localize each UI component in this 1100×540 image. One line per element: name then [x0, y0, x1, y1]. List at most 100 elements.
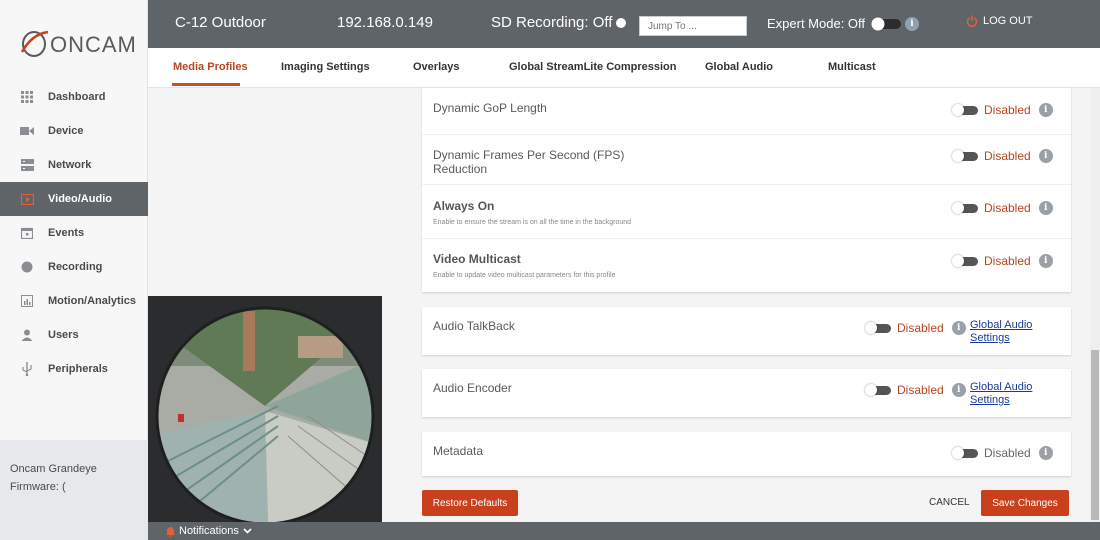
bell-icon — [166, 526, 175, 537]
logout-label: LOG OUT — [983, 15, 1033, 27]
grid-icon — [20, 90, 34, 104]
logo-swoosh-icon — [20, 30, 49, 57]
server-icon — [20, 158, 34, 172]
calendar-icon — [20, 226, 34, 240]
power-icon — [966, 15, 978, 27]
sidebar-item-dashboard[interactable]: Dashboard — [0, 80, 148, 114]
audio-talkback-card: Audio TalkBack Disabled i Global Audio Se… — [422, 307, 1071, 355]
restore-defaults-button[interactable]: Restore Defaults — [422, 490, 518, 516]
camera-ip: 192.168.0.149 — [337, 14, 433, 31]
sidebar-item-network[interactable]: Network — [0, 148, 148, 182]
link-line2: Settings — [970, 332, 1010, 344]
tab-global-streamlite-compression[interactable]: Global StreamLite Compression — [509, 61, 676, 73]
logo-text: ONCAM — [50, 32, 137, 57]
video-multicast-toggle[interactable] — [952, 255, 978, 267]
audio-talkback-global-audio-link[interactable]: Global Audio Settings — [970, 319, 1040, 345]
always-on-control: Disabled i — [952, 201, 1053, 215]
metadata-card: Metadata Disabled i — [422, 432, 1071, 476]
scrollbar-thumb[interactable] — [1091, 350, 1099, 520]
camera-name: C-12 Outdoor — [175, 14, 266, 31]
audio-talkback-state: Disabled — [897, 321, 944, 335]
video-multicast-row: Video Multicast Enable to update video m… — [422, 238, 1071, 292]
save-changes-button[interactable]: Save Changes — [981, 490, 1069, 516]
firmware-version: Firmware: ( — [10, 481, 66, 493]
sidebar-item-label: Recording — [48, 261, 103, 273]
cancel-button[interactable]: CANCEL — [929, 497, 970, 508]
audio-encoder-card: Audio Encoder Disabled i Global Audio Set… — [422, 369, 1071, 417]
metadata-state: Disabled — [984, 446, 1031, 460]
metadata-info-icon[interactable]: i — [1038, 446, 1053, 460]
sidebar-item-motion-analytics[interactable]: Motion/Analytics — [0, 284, 148, 318]
audio-talkback-info-icon[interactable]: i — [951, 321, 966, 335]
notifications-label: Notifications — [179, 525, 239, 537]
camera-icon — [20, 124, 34, 138]
sidebar-item-video-audio[interactable]: Video/Audio — [0, 182, 148, 216]
metadata-toggle[interactable] — [952, 447, 978, 459]
sd-recording-label: SD Recording: Off — [491, 14, 613, 31]
tab-global-audio[interactable]: Global Audio — [705, 61, 773, 73]
dynamic-fps-toggle[interactable] — [952, 150, 978, 162]
always-on-desc: Enable to ensure the stream is on all th… — [433, 219, 632, 226]
expert-mode-toggle[interactable] — [871, 17, 901, 31]
dynamic-fps-control: Disabled i — [952, 149, 1053, 163]
sidebar-item-recording[interactable]: Recording — [0, 250, 148, 284]
dynamic-fps-info-icon[interactable]: i — [1038, 149, 1053, 163]
device-model: Oncam Grandeye — [10, 463, 97, 475]
logout-button[interactable]: LOG OUT — [966, 15, 1033, 27]
expert-mode-info-icon[interactable]: i — [905, 17, 919, 31]
audio-encoder-control: Disabled i — [865, 383, 966, 397]
fisheye-camera-view — [148, 296, 382, 522]
sidebar-item-label: Video/Audio — [48, 193, 112, 205]
audio-talkback-title: Audio TalkBack — [433, 319, 515, 333]
dynamic-fps-state: Disabled — [984, 149, 1031, 163]
stream-options-card: Dynamic GoP Length Disabled i Dynamic Fr… — [422, 88, 1071, 292]
metadata-title: Metadata — [433, 444, 484, 458]
notifications-toggle[interactable]: Notifications — [166, 525, 252, 537]
tab-media-profiles[interactable]: Media Profiles — [173, 61, 248, 73]
sidebar-item-label: Motion/Analytics — [48, 295, 137, 307]
dynamic-fps-title-line2: Reduction — [433, 162, 488, 176]
status-dot-icon — [616, 18, 627, 29]
video-preview[interactable] — [148, 296, 382, 522]
sd-recording-status: SD Recording: Off — [491, 14, 627, 31]
video-multicast-info-icon[interactable]: i — [1038, 254, 1053, 268]
audio-encoder-toggle[interactable] — [865, 384, 891, 396]
tab-imaging-settings[interactable]: Imaging Settings — [281, 61, 370, 73]
play-icon — [20, 192, 34, 206]
always-on-state: Disabled — [984, 201, 1031, 215]
audio-encoder-title: Audio Encoder — [433, 381, 512, 395]
sidebar-item-device[interactable]: Device — [0, 114, 148, 148]
expert-mode-label: Expert Mode: Off — [767, 16, 866, 31]
video-multicast-desc: Enable to update video multicast paramet… — [433, 272, 616, 279]
sidebar-item-label: Users — [48, 329, 79, 341]
always-on-info-icon[interactable]: i — [1038, 201, 1053, 215]
tab-overlays[interactable]: Overlays — [413, 61, 459, 73]
dynamic-fps-title: Dynamic Frames Per Second (FPS) Reduction — [433, 148, 624, 176]
oncam-logo: ONCAM — [18, 26, 143, 60]
audio-encoder-info-icon[interactable]: i — [951, 383, 966, 397]
dynamic-gop-info-icon[interactable]: i — [1038, 103, 1053, 117]
sidebar-item-events[interactable]: Events — [0, 216, 148, 250]
sidebar-item-label: Peripherals — [48, 363, 108, 375]
sidebar-item-users[interactable]: Users — [0, 318, 148, 352]
link-line2: Settings — [970, 394, 1010, 406]
active-tab-underline — [172, 83, 240, 86]
sidebar-item-peripherals[interactable]: Peripherals — [0, 352, 148, 386]
top-header: C-12 Outdoor 192.168.0.149 SD Recording:… — [148, 0, 1100, 48]
dynamic-gop-toggle[interactable] — [952, 104, 978, 116]
sidebar-item-label: Dashboard — [48, 91, 106, 103]
always-on-toggle[interactable] — [952, 202, 978, 214]
link-line1: Global Audio — [970, 319, 1033, 331]
notifications-bar: Notifications — [148, 522, 1100, 540]
sidebar-item-label: Device — [48, 125, 84, 137]
audio-encoder-global-audio-link[interactable]: Global Audio Settings — [970, 381, 1040, 407]
audio-talkback-toggle[interactable] — [865, 322, 891, 334]
sidebar: ONCAM Dashboard Device Network Video/Aud… — [0, 0, 148, 540]
tab-multicast[interactable]: Multicast — [828, 61, 876, 73]
jump-to-input[interactable] — [639, 16, 747, 36]
always-on-row: Always On Enable to ensure the stream is… — [422, 184, 1071, 238]
sidebar-item-label: Network — [48, 159, 92, 171]
device-info-panel: Oncam Grandeye Firmware: ( — [0, 440, 148, 540]
dynamic-gop-state: Disabled — [984, 103, 1031, 117]
dynamic-fps-row: Dynamic Frames Per Second (FPS) Reduction… — [422, 134, 1071, 184]
